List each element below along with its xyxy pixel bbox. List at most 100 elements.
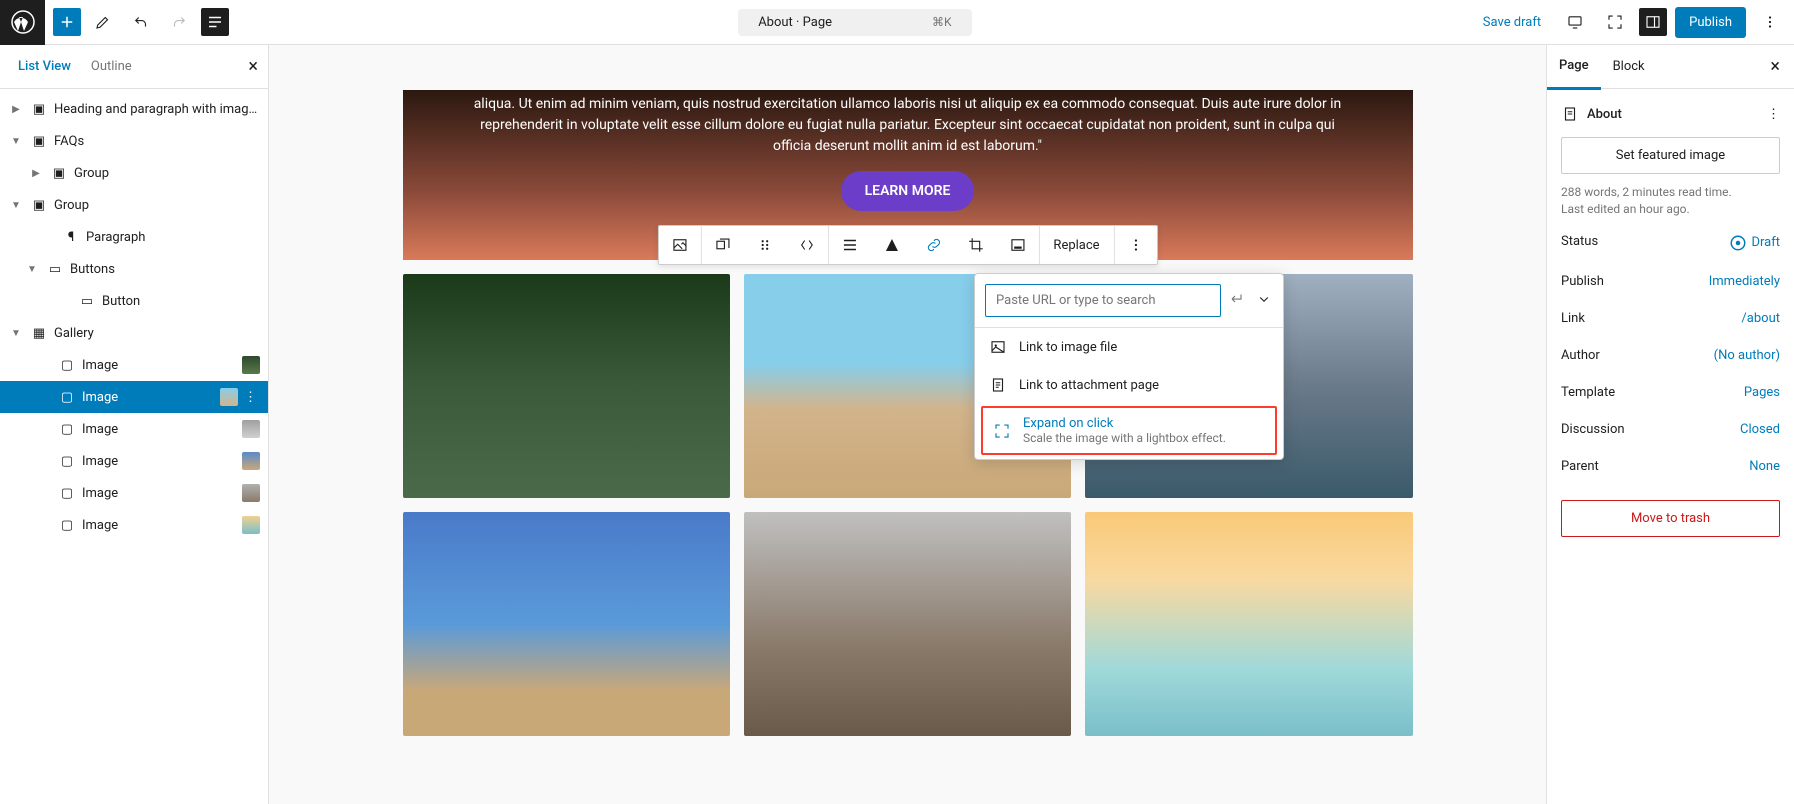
item-options-button[interactable]: ⋮ — [244, 390, 260, 405]
tree-item-image-selected[interactable]: ▢Image⋮ — [0, 381, 268, 413]
drag-handle[interactable] — [743, 226, 785, 264]
crop-icon — [966, 236, 984, 254]
tab-page[interactable]: Page — [1547, 45, 1601, 90]
tree-item-gallery[interactable]: ▼▦Gallery — [0, 317, 268, 349]
fullscreen-button[interactable] — [1599, 6, 1631, 38]
set-featured-image-button[interactable]: Set featured image — [1561, 137, 1780, 174]
close-settings-button[interactable]: × — [1770, 56, 1780, 77]
add-block-button[interactable] — [53, 8, 81, 36]
tree-item-image[interactable]: ▢Image — [0, 445, 268, 477]
kebab-icon — [1761, 13, 1779, 31]
gallery-icon — [713, 236, 731, 254]
link-button[interactable] — [912, 226, 954, 264]
image-thumbnail — [242, 452, 260, 470]
gallery-image[interactable] — [744, 512, 1071, 736]
group-icon: ▣ — [30, 100, 48, 118]
learn-more-button[interactable]: LEARN MORE — [841, 171, 975, 211]
link-popover: Link to image file Link to attachment pa… — [974, 273, 1284, 460]
tree-item-buttons[interactable]: ▼▭Buttons — [0, 253, 268, 285]
gallery-image[interactable] — [1085, 512, 1412, 736]
gallery-image[interactable] — [403, 512, 730, 736]
buttons-icon: ▭ — [46, 260, 64, 278]
status-row[interactable]: StatusDraft — [1561, 228, 1780, 258]
chevron-down-icon[interactable]: ▼ — [8, 200, 24, 211]
select-parent-button[interactable] — [701, 226, 743, 264]
chevron-right-icon[interactable]: ▶ — [8, 104, 24, 115]
list-view-toggle[interactable] — [201, 8, 229, 36]
block-type-button[interactable] — [658, 226, 700, 264]
tree-item-button[interactable]: ▭Button — [0, 285, 268, 317]
chevron-down-icon[interactable]: ▼ — [8, 328, 24, 339]
replace-button[interactable]: Replace — [1039, 226, 1113, 264]
redo-button[interactable] — [163, 6, 195, 38]
settings-tabs: Page Block × — [1547, 45, 1794, 89]
link-row[interactable]: Link/about — [1561, 305, 1780, 332]
chevron-down-icon — [1255, 290, 1273, 308]
text-overlay-button[interactable] — [996, 226, 1038, 264]
move-buttons[interactable] — [785, 226, 827, 264]
link-url-input[interactable] — [985, 284, 1221, 317]
settings-panel-toggle[interactable] — [1639, 8, 1667, 36]
chevron-down-icon[interactable]: ▼ — [24, 264, 40, 275]
publish-row[interactable]: PublishImmediately — [1561, 268, 1780, 295]
doc-title-text: About · Page — [758, 15, 832, 30]
plus-icon — [58, 13, 76, 31]
move-to-trash-button[interactable]: Move to trash — [1561, 500, 1780, 537]
fullscreen-icon — [993, 422, 1011, 440]
document-title[interactable]: About · Page ⌘K — [738, 9, 971, 36]
link-option-label: Expand on click — [1023, 416, 1226, 431]
view-button[interactable] — [1559, 6, 1591, 38]
link-option-image-file[interactable]: Link to image file — [975, 328, 1283, 366]
page-icon — [1561, 105, 1579, 123]
parent-row[interactable]: ParentNone — [1561, 453, 1780, 480]
wp-logo[interactable] — [0, 0, 45, 45]
gallery-image[interactable] — [403, 274, 730, 498]
tab-outline[interactable]: Outline — [81, 47, 142, 86]
draft-icon — [1729, 234, 1747, 252]
close-panel-button[interactable]: × — [248, 56, 258, 77]
publish-button[interactable]: Publish — [1675, 7, 1746, 38]
page-actions-button[interactable]: ⋮ — [1767, 107, 1780, 122]
tree-item-image[interactable]: ▢Image — [0, 413, 268, 445]
tree-item-group[interactable]: ▼▣Group — [0, 189, 268, 221]
chevron-down-icon[interactable]: ▼ — [8, 136, 24, 147]
link-option-attachment[interactable]: Link to attachment page — [975, 366, 1283, 404]
tree-item-heading-para[interactable]: ▶▣Heading and paragraph with image on t… — [0, 93, 268, 125]
discussion-row[interactable]: DiscussionClosed — [1561, 416, 1780, 443]
image-thumbnail — [220, 388, 238, 406]
tree-item-group[interactable]: ▶▣Group — [0, 157, 268, 189]
editor-canvas[interactable]: aliqua. Ut enim ad minim veniam, quis no… — [269, 45, 1546, 804]
link-option-expand-on-click[interactable]: Expand on click Scale the image with a l… — [981, 406, 1277, 455]
author-row[interactable]: Author(No author) — [1561, 342, 1780, 369]
submit-link-button[interactable] — [1229, 290, 1247, 312]
save-draft-button[interactable]: Save draft — [1473, 9, 1551, 36]
group-icon: ▣ — [30, 196, 48, 214]
tree-item-image[interactable]: ▢Image — [0, 509, 268, 541]
link-settings-toggle[interactable] — [1255, 290, 1273, 312]
paragraph-icon: ¶ — [62, 228, 80, 246]
tree-item-faqs[interactable]: ▼▣FAQs — [0, 125, 268, 157]
button-icon: ▭ — [78, 292, 96, 310]
main-area: List View Outline × ▶▣Heading and paragr… — [0, 45, 1794, 804]
tools-button[interactable] — [87, 6, 119, 38]
tree-item-paragraph[interactable]: ¶Paragraph — [0, 221, 268, 253]
image-icon: ▢ — [58, 452, 76, 470]
tree-item-image[interactable]: ▢Image — [0, 349, 268, 381]
caption-button[interactable] — [870, 226, 912, 264]
tab-list-view[interactable]: List View — [8, 47, 81, 86]
template-row[interactable]: TemplatePages — [1561, 379, 1780, 406]
link-option-label: Link to image file — [1019, 340, 1117, 355]
top-bar: About · Page ⌘K Save draft Publish — [0, 0, 1794, 45]
image-icon: ▢ — [58, 516, 76, 534]
undo-button[interactable] — [125, 6, 157, 38]
chevron-right-icon[interactable]: ▶ — [28, 168, 44, 179]
tab-block[interactable]: Block — [1601, 45, 1657, 88]
crop-button[interactable] — [954, 226, 996, 264]
align-button[interactable] — [828, 226, 870, 264]
hero-text[interactable]: aliqua. Ut enim ad minim veniam, quis no… — [463, 94, 1353, 157]
block-more-button[interactable] — [1115, 226, 1157, 264]
tree-item-image[interactable]: ▢Image — [0, 477, 268, 509]
more-options-button[interactable] — [1754, 6, 1786, 38]
page-summary: 288 words, 2 minutes read time. Last edi… — [1561, 184, 1780, 218]
toolbar-right: Save draft Publish — [1473, 6, 1786, 38]
